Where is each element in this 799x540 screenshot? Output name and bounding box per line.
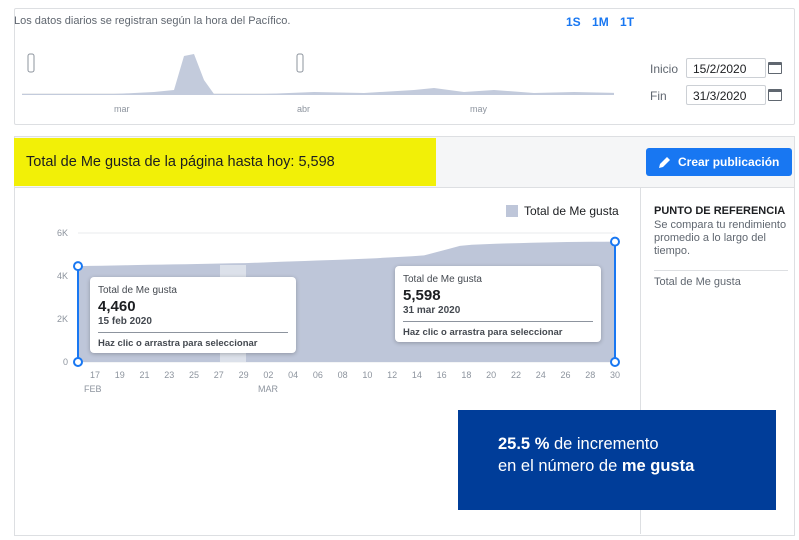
range-1t-button[interactable]: 1T [620,15,634,29]
x-tick-label: 19 [115,370,125,380]
x-tick-label: 30 [610,370,620,380]
x-tick-label: 14 [412,370,422,380]
selection-handle-start [73,261,83,272]
tooltip-end-label: Total de Me gusta [403,274,482,285]
benchmark-metric: Total de Me gusta [654,276,741,288]
calendar-icon[interactable] [768,62,782,74]
x-tick-label: 18 [461,370,471,380]
calendar-icon[interactable] [768,89,782,101]
selection-handle-end-bottom [610,357,620,367]
info-line-1: 25.5 % de incremento [498,433,776,455]
x-tick-label: 28 [585,370,595,380]
likes-prefix: en el número de [498,457,622,475]
mini-month-mar: mar [114,104,130,114]
x-tick-label: 02 [263,370,273,380]
y-tick-label: 4K [57,271,68,281]
daily-data-note: Los datos diarios se registran según la … [14,15,291,27]
range-1s-button[interactable]: 1S [566,15,581,29]
x-tick-label: 29 [239,370,249,380]
pencil-icon [659,157,670,168]
tooltip-end-value: 5,598 [403,287,441,304]
tooltip-end-hint: Haz clic o arrastra para seleccionar [403,327,563,338]
tooltip-end: Total de Me gusta 5,598 31 mar 2020 Haz … [395,266,601,342]
y-tick-label: 2K [57,314,68,324]
x-tick-label: 20 [486,370,496,380]
legend-swatch [506,205,518,217]
tooltip-start-date: 15 feb 2020 [98,316,152,327]
tooltip-start-value: 4,460 [98,298,136,315]
mini-left-handle[interactable] [27,53,35,73]
x-tick-label: 21 [140,370,150,380]
end-date-label: Fin [650,89,667,103]
x-tick-label: 25 [189,370,199,380]
create-post-button[interactable]: Crear publicación [646,148,792,176]
mini-area [22,54,614,95]
range-1m-button[interactable]: 1M [592,15,609,29]
range-buttons: 1S 1M 1T [566,15,642,29]
increment-info-box: 25.5 % de incremento en el número de me … [458,410,776,510]
x-tick-label: 12 [387,370,397,380]
x-tick-label: 22 [511,370,521,380]
benchmark-description: Se compara tu rendimiento promedio a lo … [654,219,787,257]
month-label: MAR [258,384,279,394]
mini-month-abr: abr [297,104,310,114]
likes-word: me gusta [621,457,695,475]
x-tick-label: 06 [313,370,323,380]
increment-text: de incremento [549,435,659,453]
y-tick-label: 6K [57,228,68,238]
start-date-field[interactable]: 15/2/2020 [686,58,766,78]
benchmark-title: PUNTO DE REFERENCIA [654,205,786,217]
benchmark-divider [654,270,788,271]
info-line-2: en el número de me gusta [498,455,776,477]
mini-right-handle[interactable] [296,53,304,73]
x-tick-label: 27 [214,370,224,380]
legend-label: Total de Me gusta [524,204,619,218]
x-tick-label: 04 [288,370,298,380]
tooltip-start-label: Total de Me gusta [98,285,177,296]
x-tick-label: 10 [362,370,372,380]
x-tick-label: 16 [437,370,447,380]
y-tick-label: 0 [63,357,68,367]
selection-handle-start-bottom [73,357,83,367]
tooltip-start: Total de Me gusta 4,460 15 feb 2020 Haz … [90,277,296,353]
x-tick-label: 08 [338,370,348,380]
tooltip-start-hint: Haz clic o arrastra para seleccionar [98,338,258,349]
tooltip-end-date: 31 mar 2020 [403,305,461,316]
selection-handle-end [610,236,620,247]
end-date-field[interactable]: 31/3/2020 [686,85,766,105]
overview-mini-chart[interactable]: mar abr may [14,40,614,120]
x-tick-label: 24 [536,370,546,380]
start-date-label: Inicio [650,62,679,76]
mini-month-may: may [470,104,488,114]
create-post-label: Crear publicación [678,155,780,169]
x-tick-label: 17 [90,370,100,380]
month-label: FEB [84,384,102,394]
x-tick-label: 23 [164,370,174,380]
page-title: Total de Me gusta de la página hasta hoy… [14,138,436,186]
increment-percent: 25.5 % [498,435,550,453]
x-tick-label: 26 [560,370,570,380]
